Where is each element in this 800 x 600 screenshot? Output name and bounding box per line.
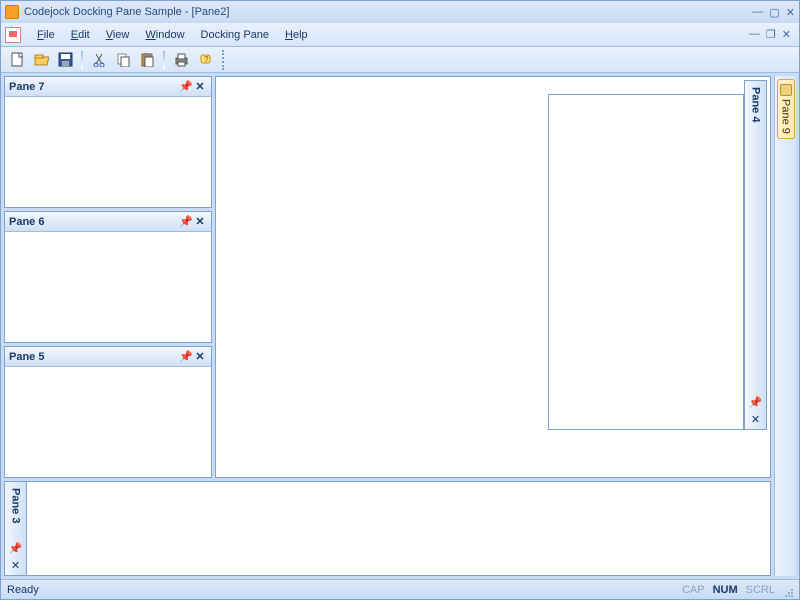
caps-indicator: CAP (678, 584, 709, 596)
close-icon[interactable]: ✕ (193, 215, 207, 229)
copy-button[interactable] (113, 50, 133, 70)
new-button[interactable] (7, 50, 27, 70)
paste-button[interactable] (137, 50, 157, 70)
pane-icon (780, 84, 792, 96)
menu-edit[interactable]: Edit (63, 26, 98, 44)
pin-icon[interactable]: 📌 (9, 541, 23, 555)
menu-window[interactable]: Window (137, 26, 192, 44)
svg-text:?: ? (204, 55, 209, 64)
pane-7-body (5, 97, 211, 207)
about-button[interactable]: ? (195, 50, 215, 70)
pane-3-body (27, 481, 771, 576)
pane-6-body (5, 232, 211, 342)
toolbar-separator (81, 51, 83, 69)
right-autohide-strip: Pane 9 (774, 76, 796, 576)
pin-icon[interactable]: 📌 (179, 350, 193, 364)
autohide-tab-pane-9[interactable]: Pane 9 (777, 79, 795, 139)
pane-5-title: Pane 5 (9, 351, 179, 363)
pane-3-header: Pane 3 📌 ✕ (4, 481, 27, 576)
bottom-dock-row: Pane 3 📌 ✕ (4, 481, 771, 576)
title-bar: Codejock Docking Pane Sample - [Pane2] —… (1, 1, 799, 23)
toolbar-separator (163, 51, 165, 69)
pane-7: Pane 7 📌 ✕ (4, 76, 212, 208)
window-title: Codejock Docking Pane Sample - [Pane2] (24, 6, 752, 18)
mdi-minimize-button[interactable]: — (749, 28, 760, 41)
toolbar-dropdown-icon[interactable] (222, 50, 228, 70)
menu-file[interactable]: File (29, 26, 63, 44)
mdi-close-button[interactable]: ✕ (782, 28, 791, 41)
pane-4-header: Pane 4 📌 ✕ (744, 80, 767, 430)
pane-4-title: Pane 4 (747, 81, 765, 395)
scroll-indicator: SCRL (742, 584, 779, 596)
save-button[interactable] (55, 50, 75, 70)
maximize-button[interactable]: ▢ (769, 6, 779, 19)
resize-grip-icon[interactable] (779, 583, 793, 597)
print-button[interactable] (171, 50, 191, 70)
pane-3-title: Pane 3 (7, 482, 25, 541)
status-bar: Ready CAP NUM SCRL (1, 579, 799, 599)
menu-bar: File Edit View Window Docking Pane Help … (1, 23, 799, 47)
menu-view[interactable]: View (98, 26, 138, 44)
document-area[interactable]: Pane 4 📌 ✕ (215, 76, 771, 478)
pane-6-title: Pane 6 (9, 216, 179, 228)
close-icon[interactable]: ✕ (9, 558, 23, 572)
pane-5-body (5, 367, 211, 477)
menu-docking-pane[interactable]: Docking Pane (193, 26, 278, 44)
app-icon (5, 5, 19, 19)
pane-6: Pane 6 📌 ✕ (4, 211, 212, 343)
workspace: Pane 7 📌 ✕ Pane 6 📌 ✕ Pa (1, 73, 799, 579)
minimize-button[interactable]: — (752, 6, 763, 19)
pin-icon[interactable]: 📌 (179, 215, 193, 229)
status-text: Ready (7, 584, 678, 596)
pane-4-body (548, 94, 744, 430)
left-dock-column: Pane 7 📌 ✕ Pane 6 📌 ✕ Pa (4, 76, 212, 478)
menu-help[interactable]: Help (277, 26, 316, 44)
close-icon[interactable]: ✕ (193, 80, 207, 94)
toolbar: ? (1, 47, 799, 73)
close-icon[interactable]: ✕ (193, 350, 207, 364)
center-column: Pane 4 📌 ✕ (215, 76, 771, 478)
pin-icon[interactable]: 📌 (179, 80, 193, 94)
mdi-restore-button[interactable]: ❐ (766, 28, 776, 41)
pane-5: Pane 5 📌 ✕ (4, 346, 212, 478)
autohide-tab-label: Pane 9 (780, 99, 792, 134)
close-icon[interactable]: ✕ (749, 412, 763, 426)
pin-icon[interactable]: 📌 (749, 395, 763, 409)
cut-button[interactable] (89, 50, 109, 70)
open-button[interactable] (31, 50, 51, 70)
num-indicator: NUM (709, 584, 742, 596)
pane-7-title: Pane 7 (9, 81, 179, 93)
close-button[interactable]: ✕ (786, 6, 795, 19)
document-icon[interactable] (5, 27, 21, 43)
